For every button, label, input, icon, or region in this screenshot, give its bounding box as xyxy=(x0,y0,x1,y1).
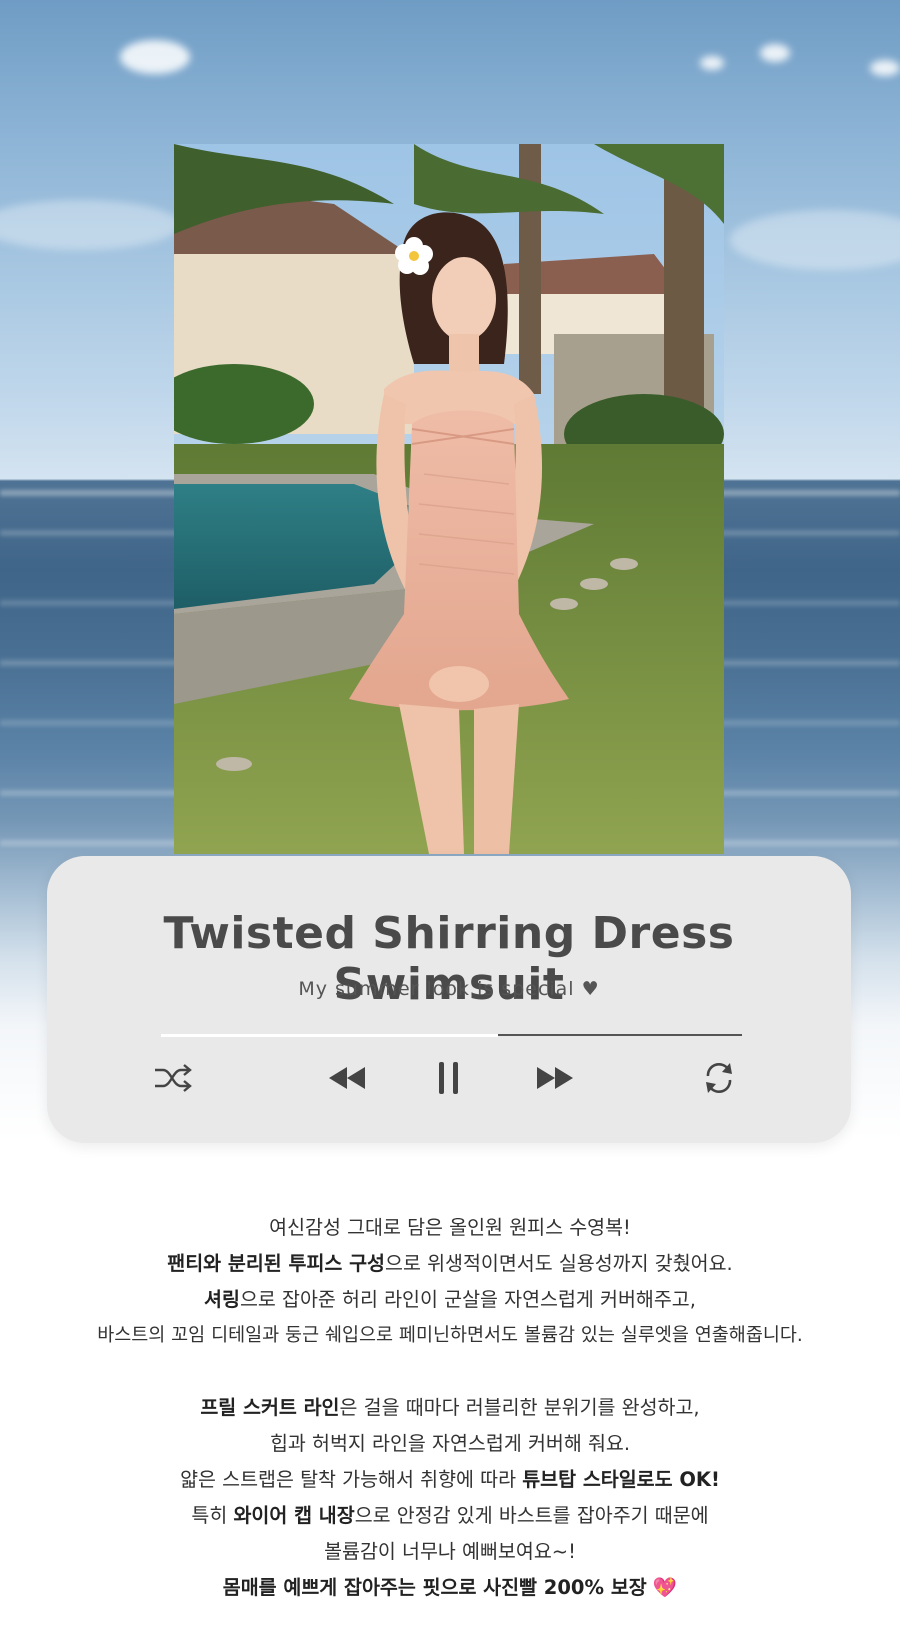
cloud xyxy=(120,40,190,74)
description-line: 바스트의 꼬임 디테일과 둥근 쉐입으로 페미닌하면서도 볼륨감 있는 실루엣을… xyxy=(97,1325,803,1346)
cloud xyxy=(760,44,790,62)
shuffle-icon xyxy=(155,1064,192,1092)
product-photo xyxy=(174,144,724,854)
rewind-button[interactable] xyxy=(321,1052,373,1104)
pause-button[interactable] xyxy=(423,1052,475,1104)
sparkling-heart-icon: 💖 xyxy=(652,1576,678,1599)
description-line: 얇은 스트랩은 탈착 가능해서 취향에 따라 튜브탑 스타일로도 OK! xyxy=(180,1468,720,1491)
pause-icon xyxy=(439,1062,458,1094)
fast-forward-button[interactable] xyxy=(529,1052,581,1104)
description-line: 셔링으로 잡아준 허리 라인이 군살을 자연스럽게 커버해주고, xyxy=(204,1288,696,1311)
product-description: 여신감성 그대로 담은 올인원 원피스 수영복! 팬티와 분리된 투피스 구성으… xyxy=(0,1210,900,1606)
description-line: 특히 와이어 캡 내장으로 안정감 있게 바스트를 잡아주기 때문에 xyxy=(191,1504,709,1527)
rewind-icon xyxy=(329,1067,365,1089)
fast-forward-icon xyxy=(537,1067,573,1089)
resort-scene-illustration xyxy=(174,144,724,854)
cloud xyxy=(870,60,900,76)
repeat-icon xyxy=(706,1063,732,1093)
description-line: 힙과 허벅지 라인을 자연스럽게 커버해 줘요. xyxy=(269,1432,631,1455)
description-line: 팬티와 분리된 투피스 구성으로 위생적이면서도 실용성까지 갖췄어요. xyxy=(167,1252,733,1275)
music-player-card: Twisted Shirring Dress Swimsuit My summe… xyxy=(47,856,851,1143)
description-line: 여신감성 그대로 담은 올인원 원피스 수영복! xyxy=(269,1216,631,1239)
progress-bar-fill xyxy=(161,1033,498,1037)
description-line: 프릴 스커트 라인은 걸을 때마다 러블리한 분위기를 완성하고, xyxy=(200,1396,700,1419)
description-line: 몸매를 예쁘게 잡아주는 핏으로 사진빨 200% 보장 💖 xyxy=(222,1576,678,1599)
cloud xyxy=(700,56,724,70)
repeat-button[interactable] xyxy=(693,1052,745,1104)
cloud xyxy=(730,210,900,270)
product-subtitle: My summer look is special ♥ xyxy=(298,978,600,1000)
shuffle-button[interactable] xyxy=(147,1052,199,1104)
cloud xyxy=(0,200,180,250)
progress-bar[interactable] xyxy=(161,1033,742,1037)
description-line: 볼륨감이 너무나 예뻐보여요~! xyxy=(324,1540,576,1563)
